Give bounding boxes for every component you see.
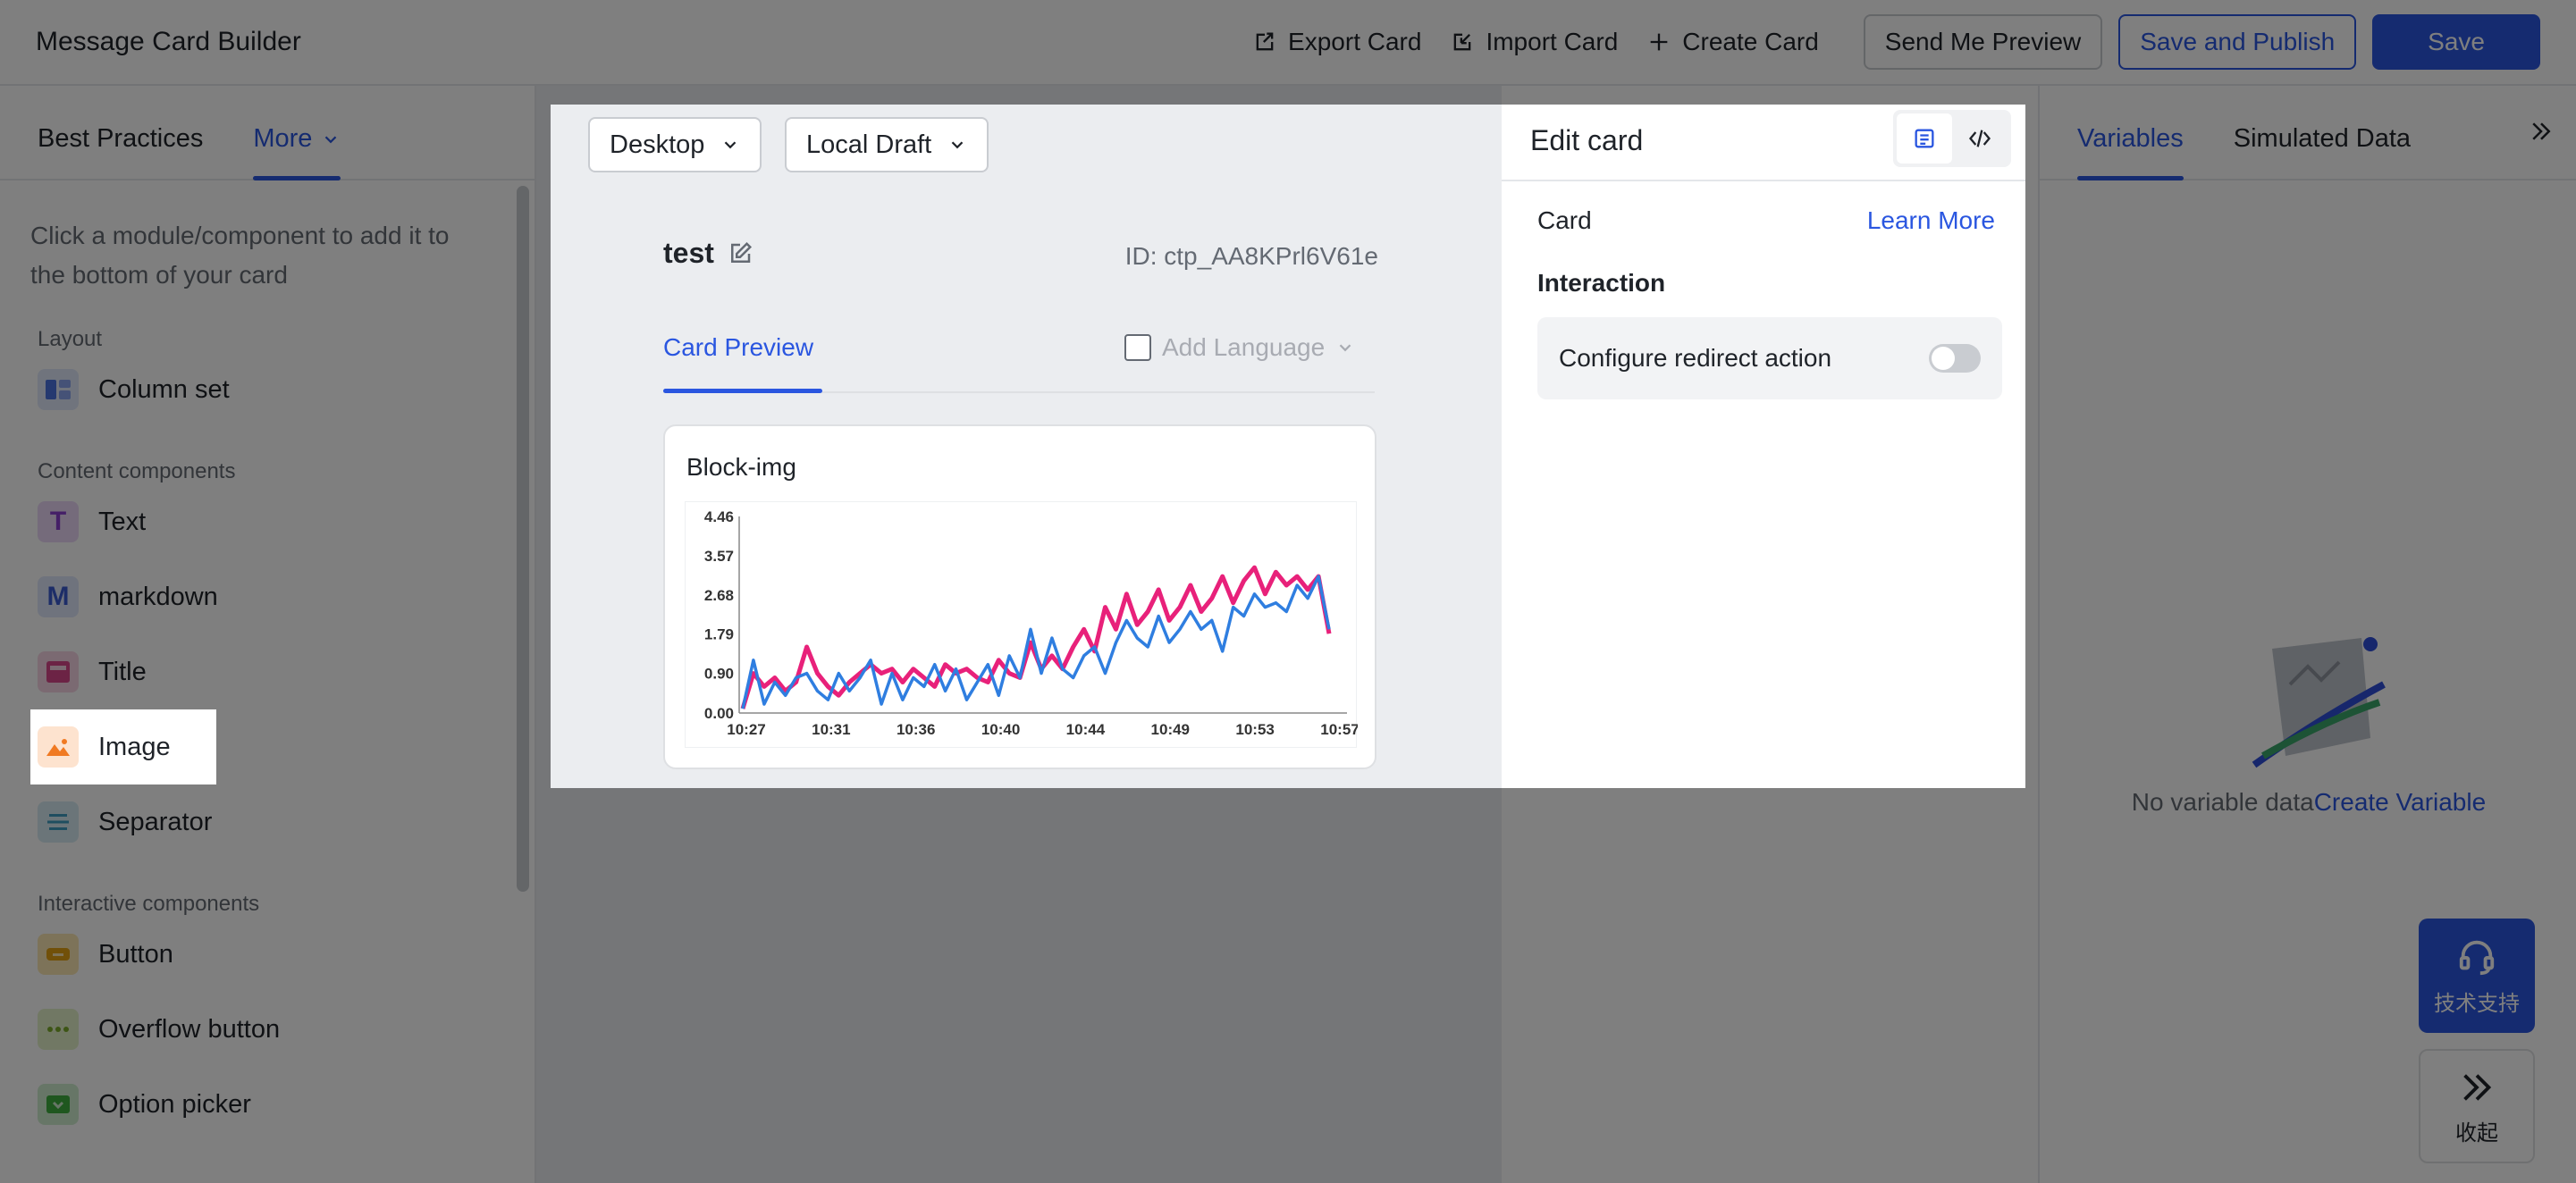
series-line-1 — [740, 565, 1332, 709]
code-view-button[interactable] — [1952, 113, 2008, 164]
image-block-label: Block-img — [686, 453, 796, 481]
card-id: ID: ctp_AA8KPrl6V61e — [1124, 242, 1378, 270]
image-icon — [38, 726, 79, 768]
code-icon — [1968, 130, 1991, 147]
y-tick-label: 3.57 — [704, 548, 734, 565]
edit-card-panel: Edit card Card Learn More Interaction Co… — [1502, 105, 2025, 788]
card-name: test — [663, 237, 753, 270]
chevron-down-icon — [1339, 344, 1351, 352]
edit-card-title: Edit card — [1530, 124, 1644, 156]
edit-icon[interactable] — [727, 240, 753, 267]
preview-tab-indicator — [663, 389, 822, 393]
chevron-down-icon — [951, 141, 964, 149]
card-name-text: test — [663, 237, 714, 269]
x-tick-label: 10:53 — [1235, 721, 1274, 738]
component-label: Image — [98, 732, 171, 761]
x-tick-label: 10:49 — [1151, 721, 1190, 738]
chart-image: 0.00 0.90 1.79 2.68 3.57 4.46 10:27 10:31 10:36 1… — [685, 501, 1358, 748]
line-chart: 0.00 0.90 1.79 2.68 3.57 4.46 10:27 10:31 10:36 1… — [704, 508, 1358, 738]
card-preview[interactable]: Block-img 0.00 0.90 1.79 2.68 3.57 4.46 10:27 1… — [663, 424, 1376, 769]
y-tick-label: 1.79 — [704, 626, 734, 643]
device-select-value: Desktop — [610, 130, 705, 159]
y-tick-label: 2.68 — [704, 587, 734, 604]
redirect-action-label: Configure redirect action — [1559, 344, 1832, 372]
redirect-action-row: Configure redirect action — [1537, 317, 2002, 399]
device-select[interactable]: Desktop — [588, 117, 762, 172]
interaction-section-label: Interaction — [1537, 269, 1666, 297]
x-tick-label: 10:27 — [727, 721, 765, 738]
add-language[interactable]: Add Language — [1124, 333, 1355, 362]
draft-select[interactable]: Local Draft — [785, 117, 989, 172]
x-tick-label: 10:40 — [981, 721, 1020, 738]
learn-more-link[interactable]: Learn More — [1867, 206, 1995, 235]
x-tick-label: 10:44 — [1066, 721, 1106, 738]
form-view-button[interactable] — [1897, 113, 1952, 164]
x-tick-label: 10:31 — [812, 721, 850, 738]
edit-card-header: Edit card — [1502, 105, 2025, 181]
card-preview-area: Desktop Local Draft test ID: ctp_AA8KPrl… — [551, 105, 1502, 788]
y-tick-label: 0.00 — [704, 705, 734, 722]
chevron-down-icon — [725, 141, 737, 149]
y-tick-label: 4.46 — [704, 508, 734, 525]
draft-select-value: Local Draft — [806, 130, 932, 159]
add-language-label: Add Language — [1162, 333, 1326, 361]
form-icon — [1915, 129, 1934, 148]
x-tick-label: 10:36 — [897, 721, 935, 738]
component-image[interactable]: Image — [30, 709, 216, 784]
redirect-action-toggle[interactable] — [1929, 344, 1981, 373]
guide-spotlight: Desktop Local Draft test ID: ctp_AA8KPrl… — [551, 105, 2025, 788]
add-language-checkbox[interactable] — [1124, 334, 1151, 361]
y-tick-label: 0.90 — [704, 666, 734, 683]
card-section-label: Card — [1537, 206, 1592, 234]
tab-card-preview[interactable]: Card Preview — [663, 333, 813, 362]
x-tick-label: 10:57 — [1320, 721, 1358, 738]
view-mode-toggle — [1893, 110, 2011, 167]
